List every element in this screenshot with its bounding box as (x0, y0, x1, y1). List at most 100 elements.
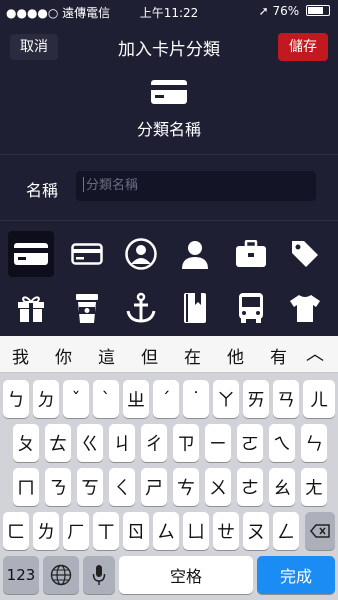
name-input[interactable]: 分類名稱 (76, 171, 316, 201)
key[interactable]: ㄤ (301, 468, 327, 506)
icon-option-tag[interactable] (282, 231, 328, 277)
location-icon: ➚ (258, 4, 269, 18)
key[interactable]: ㄘ (173, 468, 199, 506)
key[interactable]: ˇ (63, 380, 89, 418)
chevron-up-icon[interactable]: ︿ (306, 340, 324, 366)
person-circle-icon (125, 238, 157, 270)
key[interactable]: ㄑ (109, 468, 135, 506)
key[interactable]: ㄞ (243, 380, 269, 418)
icon-option-credit-card-outline[interactable] (64, 231, 110, 277)
name-input-placeholder: 分類名稱 (86, 178, 139, 193)
key[interactable]: ˊ (153, 380, 179, 418)
key[interactable]: ㄛ (237, 424, 263, 462)
key[interactable]: ㄝ (213, 512, 239, 550)
key[interactable]: ㄈ (3, 512, 29, 550)
globe-icon (50, 564, 72, 586)
candidate-word[interactable]: 你 (55, 343, 72, 368)
backspace-key[interactable] (305, 512, 335, 550)
credit-card-icon (151, 80, 187, 104)
key[interactable]: ㄉ (33, 380, 59, 418)
candidate-word[interactable]: 有 (270, 343, 287, 368)
key[interactable]: ㄊ (45, 424, 71, 462)
key[interactable]: ㄥ (273, 512, 299, 550)
key[interactable]: ㄠ (269, 468, 295, 506)
battery-icon (306, 5, 330, 16)
key[interactable]: ㄚ (213, 380, 239, 418)
key[interactable]: ㄇ (13, 468, 39, 506)
key[interactable]: ㄡ (243, 512, 269, 550)
icon-option-briefcase[interactable] (228, 231, 274, 277)
coffee-cup-icon (76, 294, 98, 323)
key[interactable]: ㄐ (109, 424, 135, 462)
icon-picker (0, 231, 338, 341)
key[interactable]: ㄍ (77, 424, 103, 462)
icon-option-tshirt[interactable] (282, 285, 328, 331)
credit-card-outline-icon (71, 243, 103, 265)
bus-icon (239, 293, 263, 323)
key[interactable]: ˋ (93, 380, 119, 418)
icon-option-bus[interactable] (228, 285, 274, 331)
tag-icon (292, 241, 318, 267)
category-name-label: 分類名稱 (136, 120, 201, 139)
key[interactable]: ㄆ (13, 424, 39, 462)
key[interactable]: ㄖ (123, 512, 149, 550)
key[interactable]: ㄎ (77, 468, 103, 506)
battery-percent: 76% (272, 4, 300, 18)
key[interactable]: ㄧ (205, 424, 231, 462)
tshirt-icon (290, 295, 320, 322)
candidate-word[interactable]: 我 (12, 343, 29, 368)
key[interactable]: ㄕ (141, 468, 167, 506)
status-bar: ●●●●○ 遠傳電信 上午11:22 ➚ 76% (0, 0, 338, 22)
save-button[interactable]: 儲存 (278, 33, 328, 61)
microphone-icon (92, 565, 106, 585)
navigation-bar: 取消 加入卡片分類 儲存 (0, 22, 338, 68)
key[interactable]: ㄋ (45, 468, 71, 506)
name-row: 名稱 分類名稱 (0, 158, 338, 218)
key[interactable]: ㄦ (303, 380, 335, 418)
key[interactable]: ㄅ (3, 380, 29, 418)
icon-option-book[interactable] (172, 285, 218, 331)
icon-option-person-circle[interactable] (118, 231, 164, 277)
key[interactable]: ㄒ (93, 512, 119, 550)
key[interactable]: ㄏ (63, 512, 89, 550)
key[interactable]: ㄜ (237, 468, 263, 506)
text-cursor (83, 177, 84, 192)
key[interactable]: ㄟ (269, 424, 295, 462)
credit-card-icon (14, 243, 48, 265)
briefcase-icon (236, 240, 266, 267)
dictation-key[interactable] (83, 556, 115, 594)
key[interactable]: ㄨ (205, 468, 231, 506)
numbers-key[interactable]: 123 (3, 556, 39, 594)
name-label: 名稱 (26, 181, 59, 200)
key[interactable]: ˙ (183, 380, 209, 418)
icon-option-credit-card[interactable] (8, 231, 54, 277)
key[interactable]: ㄙ (153, 512, 179, 550)
divider (0, 220, 338, 221)
key[interactable]: ㄢ (273, 380, 299, 418)
candidate-word[interactable]: 但 (141, 343, 158, 368)
icon-option-gift[interactable] (8, 285, 54, 331)
key[interactable]: ㄩ (183, 512, 209, 550)
done-key[interactable]: 完成 (257, 556, 335, 594)
icon-option-coffee-cup[interactable] (64, 285, 110, 331)
candidate-word[interactable]: 這 (98, 343, 115, 368)
candidate-word[interactable]: 他 (227, 343, 244, 368)
key[interactable]: ㄔ (141, 424, 167, 462)
key[interactable]: ㄌ (33, 512, 59, 550)
key[interactable]: ㄣ (301, 424, 327, 462)
icon-option-anchor[interactable] (118, 285, 164, 331)
candidate-bar: 我 你 這 但 在 他 有 ︿ (0, 336, 338, 373)
battery-status: ➚ 76% (259, 4, 330, 18)
gift-icon (18, 296, 44, 322)
book-icon (184, 293, 206, 323)
backspace-icon (310, 524, 330, 538)
category-preview: 分類名稱 (0, 80, 338, 152)
key[interactable]: ㄓ (123, 380, 149, 418)
key[interactable]: ㄗ (173, 424, 199, 462)
candidate-word[interactable]: 在 (184, 343, 201, 368)
space-key[interactable]: 空格 (119, 556, 253, 594)
person-icon (182, 241, 208, 269)
anchor-icon (126, 292, 156, 323)
icon-option-person[interactable] (172, 231, 218, 277)
globe-key[interactable] (43, 556, 79, 594)
